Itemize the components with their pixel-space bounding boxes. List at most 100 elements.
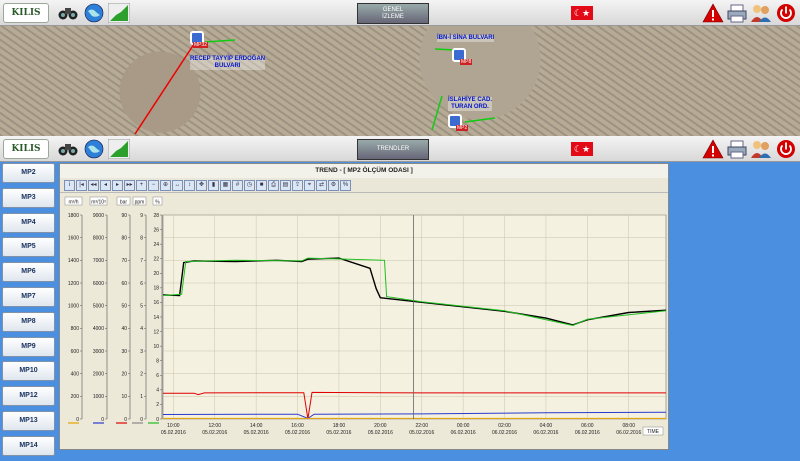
- trend-chart[interactable]: m³/h020040060080010001200140016001800m³/…: [60, 193, 668, 449]
- kilis-logo: KILIS: [3, 3, 49, 23]
- stop-icon[interactable]: ■: [256, 179, 267, 191]
- axis-tick-label: 10: [153, 344, 159, 350]
- grid-icon[interactable]: #: [232, 179, 243, 191]
- pan-icon[interactable]: ✥: [196, 179, 207, 191]
- warning-icon[interactable]: [702, 2, 724, 24]
- axis-tick-label: 0: [76, 417, 79, 423]
- sidebar-item-mp3[interactable]: MP3: [2, 187, 55, 208]
- x-tick-date: 05.02.2016: [244, 430, 269, 436]
- axis-tick-label: 12: [153, 329, 159, 335]
- binoculars-icon[interactable]: [57, 138, 79, 160]
- axis-tick-label: 2: [140, 371, 143, 377]
- print-icon[interactable]: ⎙: [268, 179, 279, 191]
- sidebar-item-mp7[interactable]: MP7: [2, 286, 55, 307]
- sidebar-item-mp2[interactable]: MP2: [2, 163, 55, 183]
- axis-tick-label: 18: [153, 286, 159, 292]
- tab-label-line2: İZLEME: [382, 13, 404, 20]
- zoom-y-icon[interactable]: ↕: [184, 179, 195, 191]
- globe-icon[interactable]: [83, 138, 105, 160]
- sidebar-item-mp14[interactable]: MP14: [2, 435, 55, 456]
- prev-page-icon[interactable]: ◂◂: [88, 179, 99, 191]
- next-icon[interactable]: ▸: [112, 179, 123, 191]
- trend-chart-icon[interactable]: [108, 2, 130, 24]
- x-tick-date: 05.02.2016: [202, 430, 227, 436]
- sidebar-item-mp8[interactable]: MP8: [2, 311, 55, 332]
- sidebar-item-mp12[interactable]: MP12: [2, 386, 55, 407]
- map-label-line1: İSLAHİYE CAD.: [448, 97, 493, 103]
- axis-tick-label: 1200: [68, 281, 79, 287]
- axis-tick-label: 30: [121, 349, 127, 355]
- zoom-area-icon[interactable]: ⊕: [160, 179, 171, 191]
- tab-trendler[interactable]: TRENDLER: [357, 139, 429, 160]
- sidebar-item-mp9[interactable]: MP9: [2, 336, 55, 357]
- axis-tick-label: 1000: [93, 394, 104, 400]
- sidebar-item-mp6[interactable]: MP6: [2, 262, 55, 283]
- x-tick-label: 12:00: [208, 423, 221, 429]
- trend-panel: TREND - [ MP2 ÖLÇÜM ODASI ] i |◂ ◂◂ ◂ ▸ …: [59, 163, 669, 450]
- x-tick-date: 05.02.2016: [161, 430, 186, 436]
- x-tick-date: 05.02.2016: [285, 430, 310, 436]
- zoom-out-icon[interactable]: −: [148, 179, 159, 191]
- x-tick-date: 05.02.2016: [326, 430, 351, 436]
- printer-icon[interactable]: [726, 138, 748, 160]
- axis-tick-label: 0: [124, 417, 127, 423]
- axis-tick-label: 1: [140, 394, 143, 400]
- axis-tick-label: 9: [140, 213, 143, 219]
- compare-icon[interactable]: ⇄: [316, 179, 327, 191]
- power-icon[interactable]: [775, 2, 797, 24]
- next-page-icon[interactable]: ▸▸: [124, 179, 135, 191]
- ruler-icon[interactable]: ▮: [208, 179, 219, 191]
- x-tick-date: 05.02.2016: [368, 430, 393, 436]
- users-icon[interactable]: [750, 138, 772, 160]
- turkish-flag-icon[interactable]: ☾★: [571, 6, 593, 20]
- sidebar-item-mp5[interactable]: MP5: [2, 237, 55, 258]
- binoculars-icon[interactable]: [57, 2, 79, 24]
- axis-tick-label: 10: [121, 394, 127, 400]
- x-tick-label: 02:00: [498, 423, 511, 429]
- axis-tick-label: 28: [153, 213, 159, 219]
- axis-tick-label: 4: [140, 326, 143, 332]
- sidebar-item-mp4[interactable]: MP4: [2, 212, 55, 233]
- satellite-map[interactable]: MP32 RECEP TAYYİP ERDOĞAN BULVARI İBN-İ …: [0, 26, 800, 136]
- cursor-icon[interactable]: ⌖: [304, 179, 315, 191]
- axis-tick-label: 3: [140, 349, 143, 355]
- printer-icon[interactable]: [726, 2, 748, 24]
- first-page-icon[interactable]: |◂: [76, 179, 87, 191]
- axis-tick-label: 1600: [68, 235, 79, 241]
- turkish-flag-icon[interactable]: ☾★: [571, 142, 593, 156]
- export-icon[interactable]: ⇪: [292, 179, 303, 191]
- info-icon[interactable]: i: [64, 179, 75, 191]
- axis-tick-label: 3000: [93, 349, 104, 355]
- zoom-x-icon[interactable]: ↔: [172, 179, 183, 191]
- settings-icon[interactable]: ⚙: [328, 179, 339, 191]
- clock-icon[interactable]: ◷: [244, 179, 255, 191]
- axis-tick-label: 22: [153, 257, 159, 263]
- percent-icon[interactable]: %: [340, 179, 351, 191]
- table-icon[interactable]: ▦: [220, 179, 231, 191]
- axis-tick-label: 200: [71, 394, 80, 400]
- axis-tick-label: 0: [101, 417, 104, 423]
- sidebar-item-mp10[interactable]: MP10: [2, 361, 55, 382]
- globe-icon[interactable]: [83, 2, 105, 24]
- prev-icon[interactable]: ◂: [100, 179, 111, 191]
- zoom-in-icon[interactable]: +: [136, 179, 147, 191]
- map-label-ibn-i-sina: İBN-İ SİNA BULVARI: [437, 35, 495, 42]
- axis-tick-label: 1800: [68, 213, 79, 219]
- axis-tick-label: 4: [156, 388, 159, 394]
- axis-tick-label: 4000: [93, 326, 104, 332]
- warning-icon[interactable]: [702, 138, 724, 160]
- save-icon[interactable]: ▤: [280, 179, 291, 191]
- axis-tick-label: 1400: [68, 258, 79, 264]
- tab-genel-izleme[interactable]: GENEL İZLEME: [357, 3, 429, 24]
- x-tick-label: 22:00: [415, 423, 428, 429]
- users-icon[interactable]: [750, 2, 772, 24]
- trend-title: TREND - [ MP2 ÖLÇÜM ODASI ]: [60, 164, 668, 178]
- measurement-point-sidebar: MP2 MP3 MP4 MP5 MP6 MP7 MP8 MP9 MP10 MP1…: [0, 163, 57, 461]
- map-pin-label-mp8: MP8: [460, 59, 473, 65]
- axis-tick-label: 6: [156, 373, 159, 379]
- axis-tick-label: 400: [71, 371, 80, 377]
- trend-chart-icon[interactable]: [108, 138, 130, 160]
- power-icon[interactable]: [775, 138, 797, 160]
- sidebar-item-mp13[interactable]: MP13: [2, 410, 55, 431]
- axis-tick-label: 1000: [68, 303, 79, 309]
